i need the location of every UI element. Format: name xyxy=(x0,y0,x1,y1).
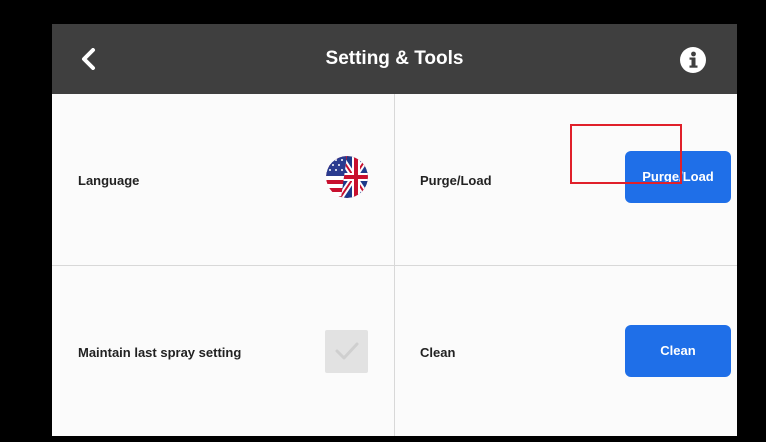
language-label: Language xyxy=(78,173,140,188)
maintain-spray-checkbox[interactable] xyxy=(325,330,368,373)
header-bar: Setting & Tools xyxy=(52,24,737,94)
info-icon xyxy=(680,47,706,73)
page-title: Setting & Tools xyxy=(325,48,464,69)
us-uk-flag-icon xyxy=(326,156,368,198)
clean-label: Clean xyxy=(420,345,456,360)
info-button[interactable] xyxy=(679,46,707,74)
settings-screen: Setting & Tools Language Purge/Load Purg… xyxy=(52,24,737,436)
grid-divider-horizontal xyxy=(52,265,737,266)
clean-button[interactable]: Clean xyxy=(625,325,731,377)
maintain-spray-label: Maintain last spray setting xyxy=(78,345,242,360)
purge-load-label: Purge/Load xyxy=(420,173,492,188)
purge-load-highlight-box xyxy=(570,124,682,184)
checkmark-icon xyxy=(335,342,359,360)
language-flag-button[interactable] xyxy=(326,156,368,198)
